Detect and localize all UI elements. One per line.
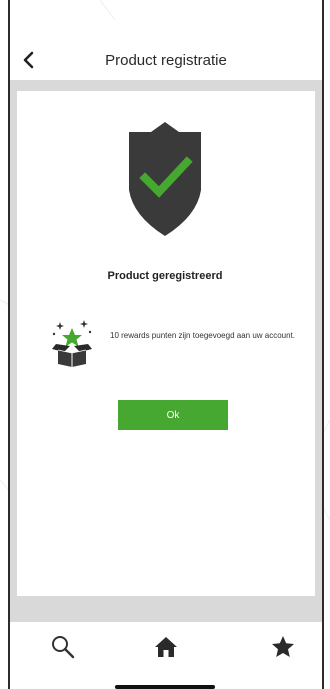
search-icon bbox=[52, 636, 75, 659]
back-button[interactable] bbox=[18, 48, 42, 72]
bottom-gray-band bbox=[10, 596, 322, 622]
home-indicator bbox=[115, 685, 215, 689]
bottom-tab-bar bbox=[10, 622, 322, 689]
tab-home[interactable] bbox=[153, 634, 179, 660]
reward-message: 10 rewards punten zijn toegevoegd aan uw… bbox=[110, 331, 296, 340]
chevron-left-icon bbox=[23, 51, 34, 69]
tab-search[interactable] bbox=[50, 634, 76, 660]
page-title: Product registratie bbox=[105, 52, 227, 69]
app-screen: Product registratie Product geregistreer… bbox=[0, 0, 330, 689]
shield-check-icon bbox=[129, 122, 201, 236]
status-message: Product geregistreerd bbox=[107, 270, 223, 282]
tab-favorites[interactable] bbox=[270, 634, 296, 660]
ok-button[interactable]: Ok bbox=[118, 400, 228, 430]
gift-box-star-icon bbox=[52, 320, 92, 367]
home-icon bbox=[155, 637, 177, 657]
top-gray-band bbox=[10, 80, 322, 91]
header-bar: Product registratie bbox=[10, 42, 322, 80]
star-icon bbox=[272, 636, 294, 657]
